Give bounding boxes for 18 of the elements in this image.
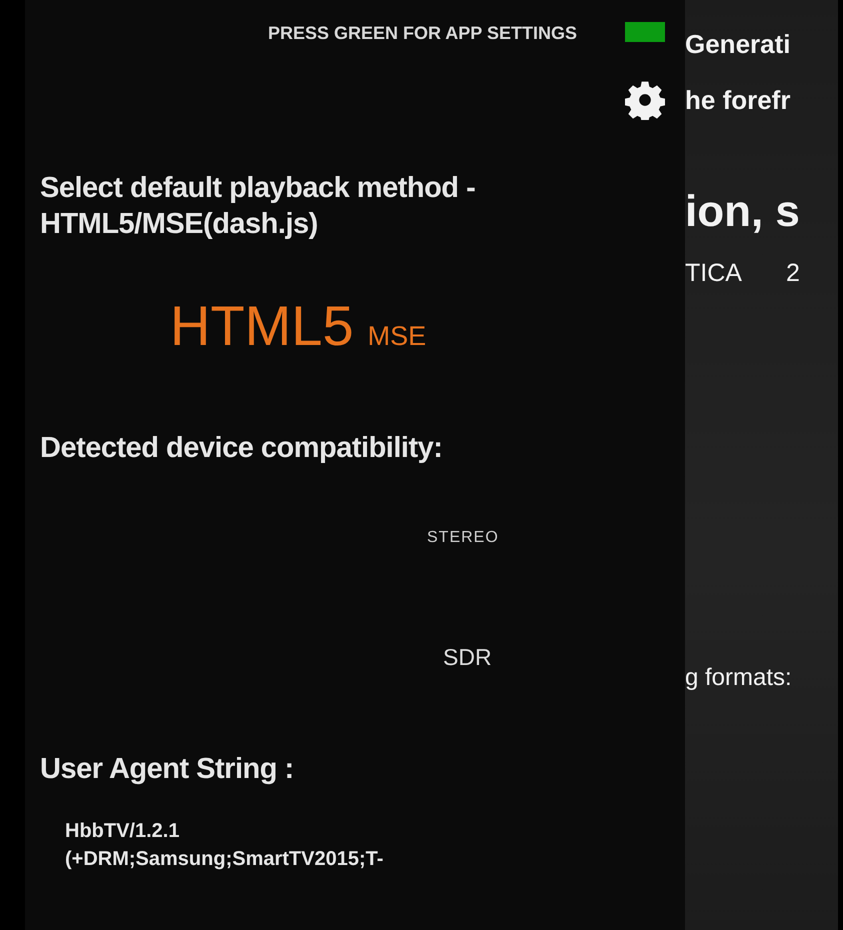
video-format: SDR (443, 644, 492, 670)
section-heading: Select default playback method - HTML5/MSE(dash.js) (40, 171, 476, 242)
formats-label: g formats: (685, 664, 792, 690)
page-subtitle: ion, s (685, 187, 800, 236)
audio-format: STEREO (427, 529, 499, 546)
settings-hint: PRESS GREEN FOR APP SETTINGS (268, 22, 577, 45)
tag-label: 2 (786, 258, 800, 289)
remote-key-icon (625, 22, 665, 42)
section-heading: User Agent String : (40, 752, 295, 786)
tag-label: TICA (685, 258, 742, 289)
playback-submethod: MSE (368, 321, 426, 351)
page-title-text: he forefr (685, 85, 790, 115)
settings-icon[interactable] (625, 80, 665, 120)
user-agent-text: (+DRM;Samsung;SmartTV2015;T- (65, 848, 384, 870)
section-heading: Detected device compatibility: (40, 431, 444, 466)
page-title-text: Generati (685, 29, 790, 59)
user-agent-text: HbbTV/1.2.1 (65, 820, 180, 842)
playback-method: HTML5 (170, 294, 354, 357)
